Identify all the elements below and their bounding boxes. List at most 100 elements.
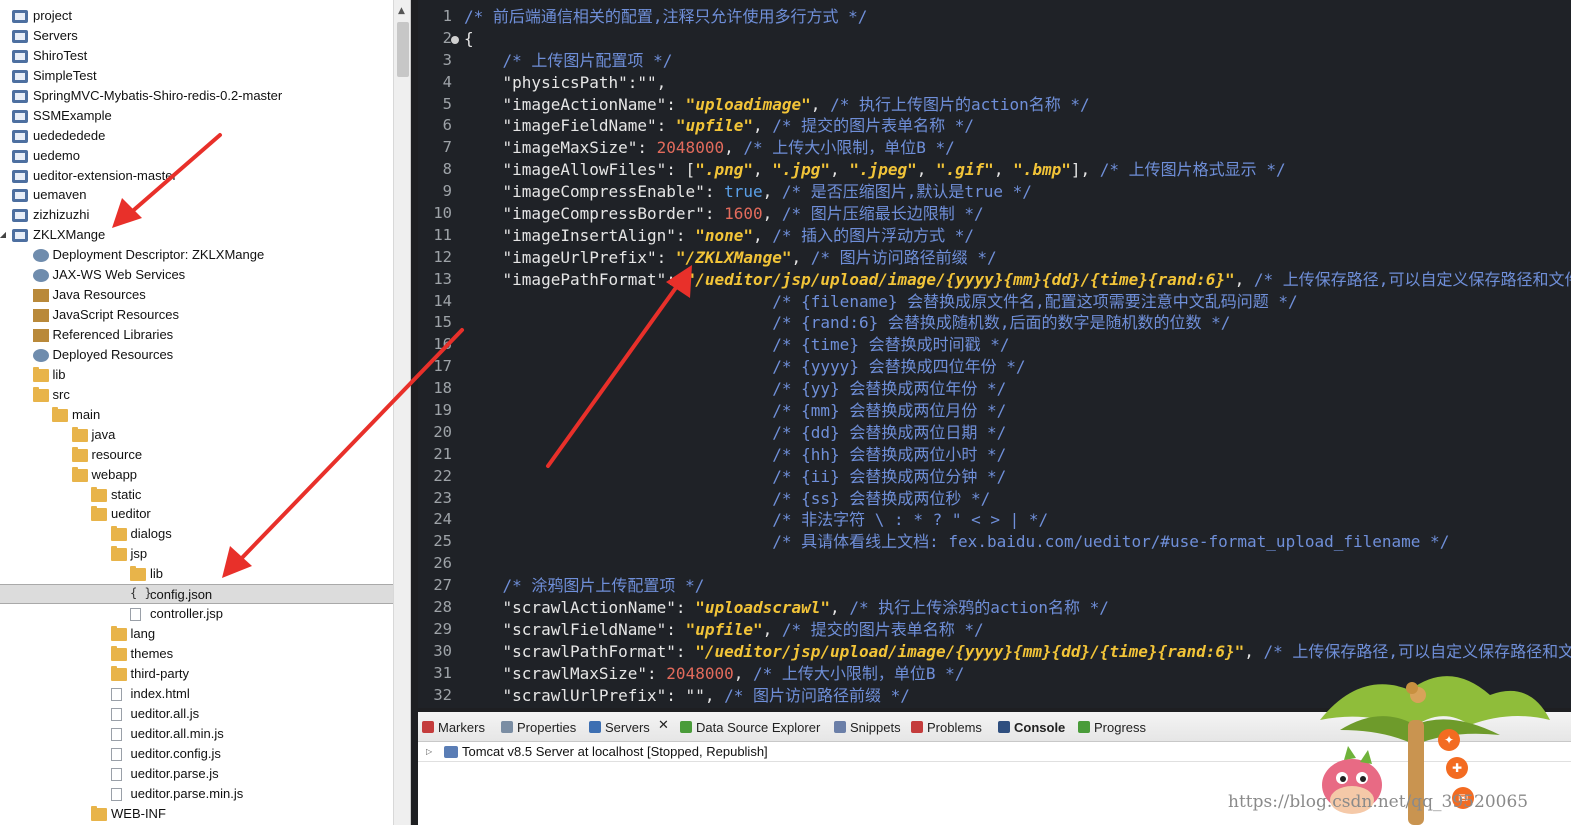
code-line[interactable]: "imageActionName": "uploadimage", /* 执行上… (464, 94, 1571, 116)
code-line[interactable]: "imageMaxSize": 2048000, /* 上传大小限制，单位B *… (464, 137, 1571, 159)
collapse-arrow-icon[interactable]: ◢ (0, 225, 8, 245)
expand-arrow-icon[interactable]: ▷ (426, 742, 432, 762)
tree-item[interactable]: { } config.json (0, 584, 393, 605)
like-button[interactable]: ✦ (1438, 729, 1460, 751)
tree-item[interactable]: ▷WEB-INF (0, 804, 393, 824)
panel-tab[interactable]: Snippets (834, 719, 901, 737)
tree-item[interactable]: ◢webapp (0, 465, 393, 485)
code-line[interactable]: /* 上传图片配置项 */ (464, 50, 1571, 72)
code-line[interactable]: "scrawlFieldName": "upfile", /* 提交的图片表单名… (464, 619, 1571, 641)
project-icon (12, 89, 28, 103)
explorer-scroll-thumb[interactable] (397, 22, 409, 77)
tree-item[interactable]: zizhizuzhi (0, 205, 393, 225)
tree-item[interactable]: ◢src (0, 385, 393, 405)
tree-item[interactable]: ▷ueditor.parse.js (0, 764, 393, 784)
code-line[interactable]: "imagePathFormat": "/ueditor/jsp/upload/… (464, 269, 1571, 291)
panel-tab-label: Servers (605, 720, 650, 735)
code-line[interactable]: /* 涂鸦图片上传配置项 */ (464, 575, 1571, 597)
code-line[interactable]: { (464, 28, 1571, 50)
code-line[interactable]: "physicsPath":"", (464, 72, 1571, 94)
tree-item[interactable]: ▷themes (0, 644, 393, 664)
tree-item[interactable]: ueditor-extension-master (0, 166, 393, 186)
code-line[interactable]: /* 具请体看线上文档: fex.baidu.com/ueditor/#use-… (464, 531, 1571, 553)
code-line[interactable]: "imageUrlPrefix": "/ZKLXMange", /* 图片访问路… (464, 247, 1571, 269)
tree-item-label: resource (91, 446, 143, 462)
code-line[interactable]: /* {rand:6} 会替换成随机数,后面的数字是随机数的位数 */ (464, 312, 1571, 334)
code-line[interactable]: /* {ii} 会替换成两位分钟 */ (464, 466, 1571, 488)
code-line[interactable] (464, 553, 1571, 575)
panel-tab[interactable]: Problems (911, 719, 982, 737)
code-line[interactable]: "imageCompressBorder": 1600, /* 图片压缩最长边限… (464, 203, 1571, 225)
tree-item[interactable]: ▷Deployment Descriptor: ZKLXMange (0, 245, 393, 265)
code-token: /* 上传图片配置项 */ (464, 50, 673, 70)
tree-item[interactable]: ▷ueditor.config.js (0, 744, 393, 764)
code-token: "imageCompressBorder": (464, 204, 725, 224)
tree-item[interactable]: ▷third-party (0, 664, 393, 684)
panel-tab[interactable]: Servers (589, 719, 650, 737)
tree-item[interactable]: ▷dialogs (0, 524, 393, 544)
tree-item[interactable]: ◢main (0, 405, 393, 425)
tree-item[interactable]: ▷lang (0, 624, 393, 644)
code-line[interactable]: "imageAllowFiles": [".png", ".jpg", ".jp… (464, 159, 1571, 181)
tree-item[interactable]: uedemo (0, 146, 393, 166)
code-line[interactable]: /* {ss} 会替换成两位秒 */ (464, 488, 1571, 510)
tree-item[interactable]: ▷Java Resources (0, 285, 393, 305)
file-icon (110, 767, 122, 781)
folder-icon (110, 646, 127, 661)
tree-item[interactable]: uemaven (0, 185, 393, 205)
line-number: 28 (433, 598, 452, 617)
tree-item[interactable]: ▷ueditor.parse.min.js (0, 784, 393, 804)
tree-item[interactable]: ▷Deployed Resources (0, 345, 393, 365)
code-editor[interactable]: 1 2 3 4 5 6 7 8 9 10 11 12 13 14 15 16 17 18 19 20 21 22 23 24 2… (418, 0, 1571, 708)
code-line[interactable]: /* {mm} 会替换成两位月份 */ (464, 400, 1571, 422)
tree-item[interactable]: ◢ ZKLXMange (0, 225, 393, 245)
tree-item[interactable]: SpringMVC-Mybatis-Shiro-redis-0.2-master (0, 86, 393, 106)
panel-tab[interactable]: Properties (501, 719, 576, 737)
tree-item[interactable]: uedededede (0, 126, 393, 146)
panel-tab[interactable]: Progress (1078, 719, 1146, 737)
tree-item[interactable]: ▷Referenced Libraries (0, 325, 393, 345)
tree-item[interactable]: SSMExample (0, 106, 393, 126)
tree-item[interactable]: ▷resource (0, 445, 393, 465)
code-line[interactable]: /* 前后端通信相关的配置,注释只允许使用多行方式 */ (464, 6, 1571, 28)
tree-item[interactable]: ▷static (0, 485, 393, 505)
code-line[interactable]: "scrawlActionName": "uploadscrawl", /* 执… (464, 597, 1571, 619)
collect-button[interactable]: ✚ (1446, 757, 1468, 779)
code-line[interactable]: /* {dd} 会替换成两位日期 */ (464, 422, 1571, 444)
code-token: "scrawlActionName": (464, 598, 696, 618)
code-area[interactable]: /* 前后端通信相关的配置,注释只允许使用多行方式 */ { /* 上传图片配置项… (464, 6, 1571, 707)
tree-item[interactable]: ▷JAX-WS Web Services (0, 265, 393, 285)
explorer-scrollbar[interactable]: ▲ (393, 0, 410, 825)
tree-item[interactable]: SimpleTest (0, 66, 393, 86)
code-line[interactable]: "imageInsertAlign": "none", /* 插入的图片浮动方式… (464, 225, 1571, 247)
tree-item[interactable]: ▷JavaScript Resources (0, 305, 393, 325)
tree-item[interactable]: ▷ueditor.all.js (0, 704, 393, 724)
fold-marker-icon[interactable] (451, 36, 459, 44)
tree-item[interactable]: project (0, 6, 393, 26)
tree-item[interactable]: ▷java (0, 425, 393, 445)
tree-item[interactable]: index.html (0, 684, 393, 704)
close-servers-tab-icon[interactable]: ✕ (658, 718, 669, 733)
panel-tab[interactable]: Console (998, 719, 1065, 737)
panel-tab[interactable]: Data Source Explorer (680, 719, 820, 737)
tree-item[interactable]: controller.jsp (0, 604, 393, 624)
code-line[interactable]: /* {filename} 会替换成原文件名,配置这项需要注意中文乱码问题 */ (464, 291, 1571, 313)
tree-item[interactable]: ◢ueditor (0, 504, 393, 524)
tree-item[interactable]: ▷lib (0, 365, 393, 385)
tree-item[interactable]: Servers (0, 26, 393, 46)
code-line[interactable]: "imageFieldName": "upfile", /* 提交的图片表单名称… (464, 115, 1571, 137)
code-line[interactable]: /* {yy} 会替换成两位年份 */ (464, 378, 1571, 400)
scroll-up-icon[interactable]: ▲ (398, 6, 405, 16)
tree-item[interactable]: ▷ueditor.all.min.js (0, 724, 393, 744)
code-line[interactable]: /* {time} 会替换成时间戳 */ (464, 334, 1571, 356)
code-line[interactable]: /* {yyyy} 会替换成四位年份 */ (464, 356, 1571, 378)
code-line[interactable]: /* {hh} 会替换成两位小时 */ (464, 444, 1571, 466)
line-number: 12 (433, 247, 452, 266)
code-line[interactable]: /* 非法字符 \ : * ? " < > | */ (464, 509, 1571, 531)
panel-tab[interactable]: Markers (422, 719, 485, 737)
tree-item[interactable]: ◢jsp (0, 544, 393, 564)
tree-item[interactable]: ShiroTest (0, 46, 393, 66)
tree-item-label: SimpleTest (33, 67, 97, 83)
tree-item[interactable]: ▷lib (0, 564, 393, 584)
code-line[interactable]: "imageCompressEnable": true, /* 是否压缩图片,默… (464, 181, 1571, 203)
